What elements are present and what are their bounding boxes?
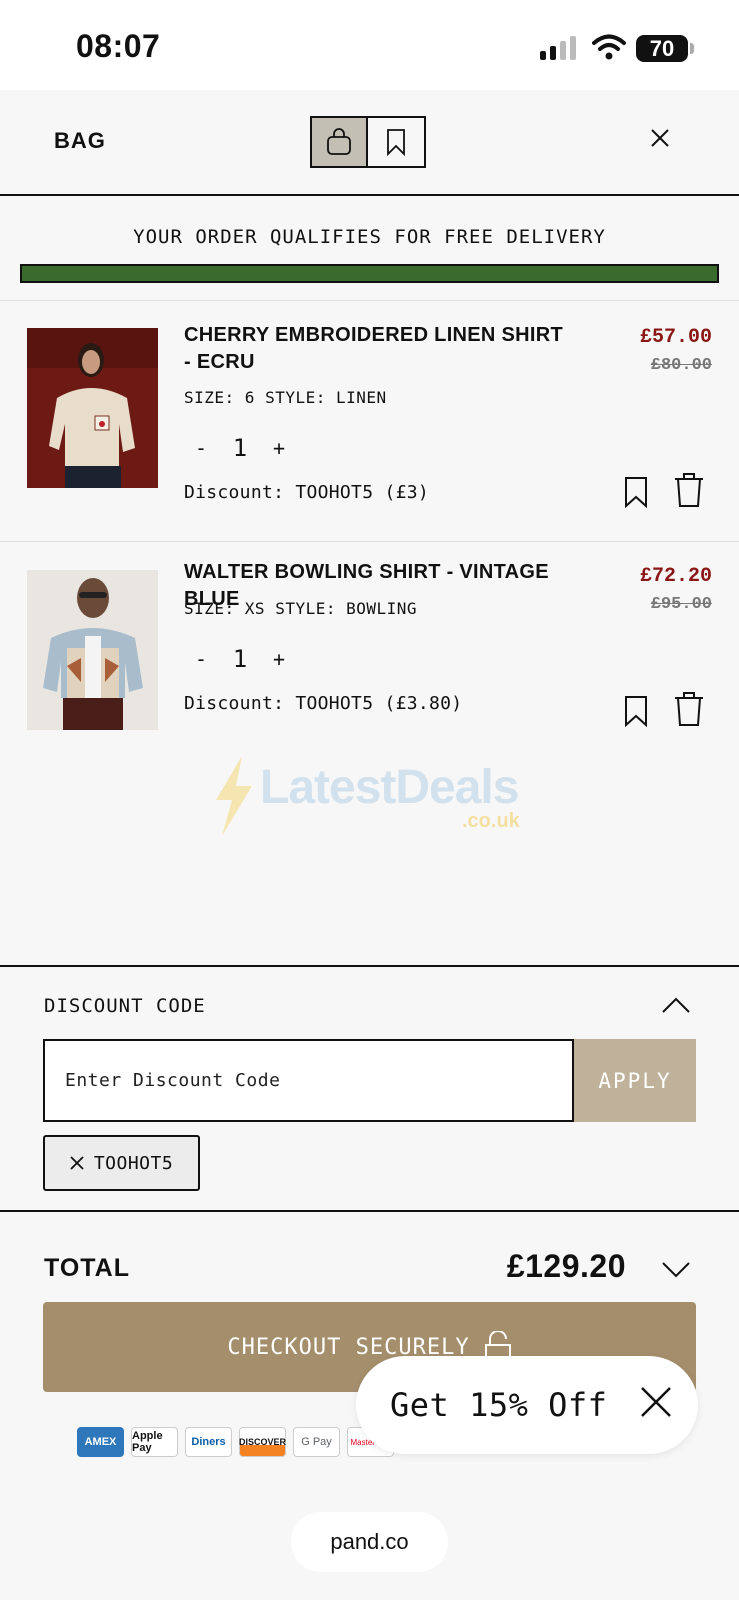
sale-price: £72.20 (639, 565, 712, 588)
trash-icon (675, 692, 703, 726)
item-discount: Discount: TOOHOT5 (£3) (184, 482, 430, 503)
sale-price: £57.00 (639, 326, 712, 349)
collapse-discount-button[interactable] (662, 997, 690, 1017)
product-options: SIZE: XS STYLE: BOWLING (184, 599, 418, 618)
discount-code-section: DISCOUNT CODE APPLY TOOHOT5 (0, 965, 739, 1212)
applied-discount-chip[interactable]: TOOHOT5 (43, 1135, 200, 1191)
quantity-value: 1 (232, 645, 248, 673)
bookmark-icon (625, 477, 647, 509)
save-for-later-button[interactable] (624, 476, 648, 512)
decrease-quantity-button[interactable]: - (184, 647, 218, 671)
save-for-later-button[interactable] (624, 695, 648, 731)
promo-popup[interactable]: Get 15% Off (356, 1356, 698, 1454)
watermark-text: LatestDeals (260, 761, 519, 814)
shopping-bag-icon (327, 128, 351, 155)
lightning-bolt-icon (216, 756, 252, 836)
apply-discount-button[interactable]: APPLY (574, 1039, 696, 1122)
amex-logo: AMEX (77, 1427, 124, 1457)
applied-code-text: TOOHOT5 (93, 1152, 174, 1174)
page-title: BAG (54, 128, 106, 153)
expand-total-button[interactable] (662, 1262, 690, 1282)
close-icon[interactable] (70, 1156, 84, 1170)
battery-cap (690, 43, 694, 54)
product-image[interactable] (27, 328, 158, 488)
discount-code-label: DISCOUNT CODE (44, 995, 206, 1017)
close-icon (651, 129, 669, 147)
delivery-progress-fill (22, 266, 717, 281)
bag-item: WALTER BOWLING SHIRT - VINTAGE BLUE SIZE… (0, 543, 739, 773)
free-delivery-message: YOUR ORDER QUALIFIES FOR FREE DELIVERY (133, 226, 606, 248)
bag-saved-toggle (310, 116, 426, 168)
total-label: TOTAL (44, 1254, 131, 1282)
chevron-up-icon (662, 997, 690, 1013)
bookmark-icon (625, 696, 647, 728)
close-promo-button[interactable] (640, 1386, 672, 1422)
quantity-value: 1 (232, 434, 248, 462)
item-discount: Discount: TOOHOT5 (£3.80) (184, 693, 463, 714)
watermark: LatestDeals .co.uk (210, 756, 530, 836)
battery-indicator: 70 (636, 35, 688, 62)
bag-item: CHERRY EMBROIDERED LINEN SHIRT - ECRU SI… (0, 302, 739, 542)
bag-header: BAG (0, 90, 739, 196)
original-price: £80.00 (650, 356, 712, 375)
original-price: £95.00 (650, 595, 712, 614)
payment-methods: AMEX Apple Pay Diners DISCOVER G Pay Mas… (77, 1427, 394, 1457)
increase-quantity-button[interactable]: + (262, 647, 296, 671)
delivery-progress-bar (20, 264, 719, 283)
tab-bag[interactable] (312, 118, 368, 166)
promo-text[interactable]: Get 15% Off (390, 1386, 607, 1424)
close-icon (641, 1387, 671, 1417)
status-bar: 08:07 70 (0, 0, 739, 90)
decrease-quantity-button[interactable]: - (184, 436, 218, 460)
apple-pay-logo: Apple Pay (131, 1427, 178, 1457)
clock: 08:07 (76, 28, 161, 64)
close-button[interactable] (650, 128, 670, 152)
diners-logo: Diners (185, 1427, 232, 1457)
product-name[interactable]: CHERRY EMBROIDERED LINEN SHIRT - ECRU (184, 322, 564, 376)
remove-item-button[interactable] (674, 691, 704, 731)
tab-saved[interactable] (368, 118, 424, 166)
discount-code-input[interactable] (43, 1039, 574, 1122)
increase-quantity-button[interactable]: + (262, 436, 296, 460)
total-value: £129.20 (506, 1248, 626, 1284)
quantity-stepper: - 1 + (184, 645, 296, 673)
chevron-down-icon (662, 1262, 690, 1278)
cellular-signal-icon (540, 36, 578, 60)
watermark-domain: .co.uk (462, 810, 520, 832)
wifi-icon (592, 34, 626, 64)
quantity-stepper: - 1 + (184, 434, 296, 462)
trash-icon (675, 473, 703, 507)
product-options: SIZE: 6 STYLE: LINEN (184, 388, 387, 407)
product-image[interactable] (27, 570, 158, 730)
discover-logo: DISCOVER (239, 1427, 286, 1457)
bookmark-icon (387, 129, 405, 156)
browser-url-bar[interactable]: pand.co (291, 1512, 448, 1572)
google-pay-logo: G Pay (293, 1427, 340, 1457)
free-delivery-banner: YOUR ORDER QUALIFIES FOR FREE DELIVERY (0, 198, 739, 301)
remove-item-button[interactable] (674, 472, 704, 512)
